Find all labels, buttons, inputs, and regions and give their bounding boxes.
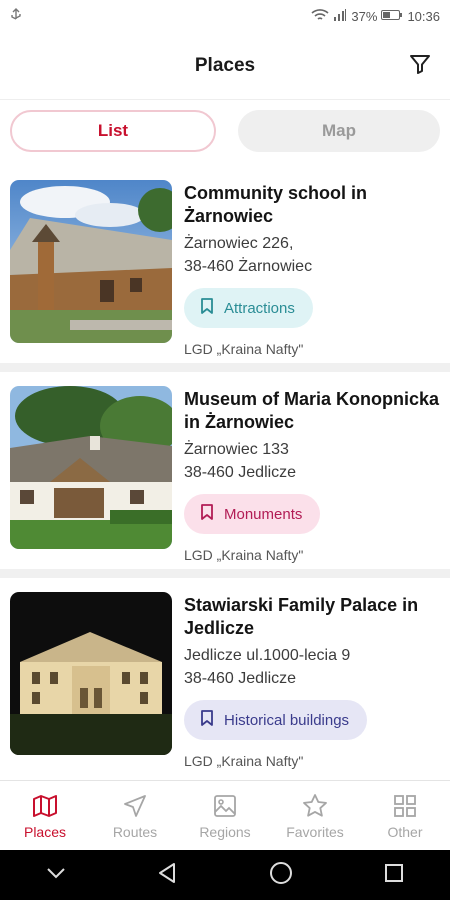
home-icon[interactable] [269, 861, 293, 890]
bookmark-icon [200, 504, 224, 524]
category-tag-attractions[interactable]: Attractions [184, 288, 313, 328]
address-line-1: Żarnowiec 226, [184, 235, 294, 252]
tab-map[interactable]: Map [238, 110, 440, 152]
nav-label: Places [23, 823, 67, 840]
app-header: Places [0, 32, 450, 100]
bookmark-icon [200, 710, 224, 730]
place-source: LGD „Kraina Nafty" [184, 341, 304, 357]
address-line-2: 38-460 Jedlicze [184, 670, 297, 687]
nav-routes[interactable]: Routes [90, 781, 180, 850]
battery-percent: 37% [351, 8, 378, 24]
filter-button[interactable] [406, 52, 434, 80]
address-line-2: 38-460 Jedlicze [184, 464, 297, 481]
place-title: Stawiarski Family Palace in Jedlicze [184, 595, 419, 638]
place-address: Żarnowiec 133 38-460 Jedlicze [184, 438, 440, 484]
usb-icon [10, 7, 22, 25]
place-card[interactable]: Stawiarski Family Palace in Jedlicze Jed… [0, 578, 450, 774]
tag-label: Attractions [224, 299, 295, 317]
map-icon [32, 792, 58, 820]
place-photo [10, 180, 172, 343]
place-title: Community school in Żarnowiec [184, 183, 368, 226]
nav-label: Regions [199, 823, 251, 840]
nav-places[interactable]: Places [0, 781, 90, 850]
wifi-icon [311, 8, 329, 25]
battery-icon [381, 9, 403, 24]
clock: 10:36 [407, 8, 440, 24]
place-address: Jedlicze ul.1000-lecia 9 38-460 Jedlicze [184, 644, 440, 690]
signal-icon [333, 8, 347, 25]
nav-label: Other [387, 823, 423, 840]
place-title: Museum of Maria Konopnicka in Żarnowiec [184, 389, 440, 432]
star-icon [302, 792, 328, 820]
recents-icon[interactable] [384, 863, 404, 888]
nav-other[interactable]: Other [360, 781, 450, 850]
image-icon [213, 792, 237, 820]
bookmark-icon [200, 298, 224, 318]
address-line-1: Jedlicze ul.1000-lecia 9 [184, 647, 351, 664]
address-line-1: Żarnowiec 133 [184, 441, 289, 458]
category-tag-historical-buildings[interactable]: Historical buildings [184, 700, 368, 740]
place-source: LGD „Kraina Nafty" [184, 753, 304, 769]
place-source: LGD „Kraina Nafty" [184, 547, 304, 563]
grid-icon [393, 792, 417, 820]
places-list: Community school in Żarnowiec Żarnowiec … [0, 166, 450, 774]
back-icon[interactable] [157, 862, 177, 889]
tag-label: Monuments [224, 505, 303, 523]
navigation-arrow-icon [123, 792, 147, 820]
place-photo [10, 592, 172, 755]
view-toggle: List Map [10, 110, 440, 152]
page-title: Places [194, 54, 256, 76]
status-bar: 37% 10:36 [0, 0, 450, 32]
nav-label: Routes [112, 823, 158, 840]
tag-label: Historical buildings [224, 711, 350, 729]
chevron-down-icon[interactable] [46, 866, 66, 884]
nav-label: Favorites [286, 823, 344, 840]
nav-regions[interactable]: Regions [180, 781, 270, 850]
tab-list[interactable]: List [10, 110, 216, 152]
address-line-2: 38-460 Żarnowiec [184, 258, 313, 275]
category-tag-monuments[interactable]: Monuments [184, 494, 321, 534]
place-address: Żarnowiec 226, 38-460 Żarnowiec [184, 232, 440, 278]
nav-favorites[interactable]: Favorites [270, 781, 360, 850]
bottom-navigation: Places Routes Regions Favorites Other [0, 780, 450, 850]
filter-icon [408, 52, 432, 81]
place-photo [10, 386, 172, 549]
place-card[interactable]: Community school in Żarnowiec Żarnowiec … [0, 166, 450, 363]
system-navigation-bar [0, 850, 450, 900]
place-card[interactable]: Museum of Maria Konopnicka in Żarnowiec … [0, 372, 450, 569]
